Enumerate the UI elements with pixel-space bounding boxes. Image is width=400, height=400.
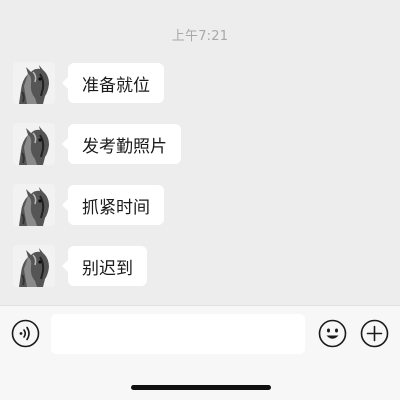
message-row: 抓紧时间 bbox=[13, 182, 164, 228]
message-bubble[interactable]: 抓紧时间 bbox=[62, 185, 164, 225]
horse-avatar-icon bbox=[13, 184, 55, 226]
avatar[interactable] bbox=[13, 62, 55, 104]
message-input[interactable] bbox=[51, 314, 305, 354]
emoji-button[interactable] bbox=[318, 319, 347, 348]
voice-icon bbox=[11, 319, 40, 348]
message-bubble[interactable]: 准备就位 bbox=[62, 63, 164, 103]
message-bubble[interactable]: 别迟到 bbox=[62, 246, 147, 286]
horse-avatar-icon bbox=[13, 62, 55, 104]
message-row: 别迟到 bbox=[13, 243, 147, 289]
avatar[interactable] bbox=[13, 245, 55, 287]
plus-icon bbox=[360, 319, 389, 348]
chat-input-bar bbox=[0, 305, 400, 400]
horse-avatar-icon bbox=[13, 123, 55, 165]
more-options-button[interactable] bbox=[360, 319, 389, 348]
voice-button[interactable] bbox=[11, 319, 40, 348]
horse-avatar-icon bbox=[13, 245, 55, 287]
message-bubble[interactable]: 发考勤照片 bbox=[62, 124, 181, 164]
message-timestamp: 上午7:21 bbox=[171, 29, 229, 44]
avatar[interactable] bbox=[13, 123, 55, 165]
message-row: 发考勤照片 bbox=[13, 121, 181, 167]
emoji-icon bbox=[318, 319, 347, 348]
home-indicator[interactable] bbox=[131, 385, 271, 390]
chat-screen: 上午7:21 准备就位 发考勤照片 抓紧时间 别迟到 bbox=[0, 0, 400, 400]
avatar[interactable] bbox=[13, 184, 55, 226]
message-row: 准备就位 bbox=[13, 60, 164, 106]
